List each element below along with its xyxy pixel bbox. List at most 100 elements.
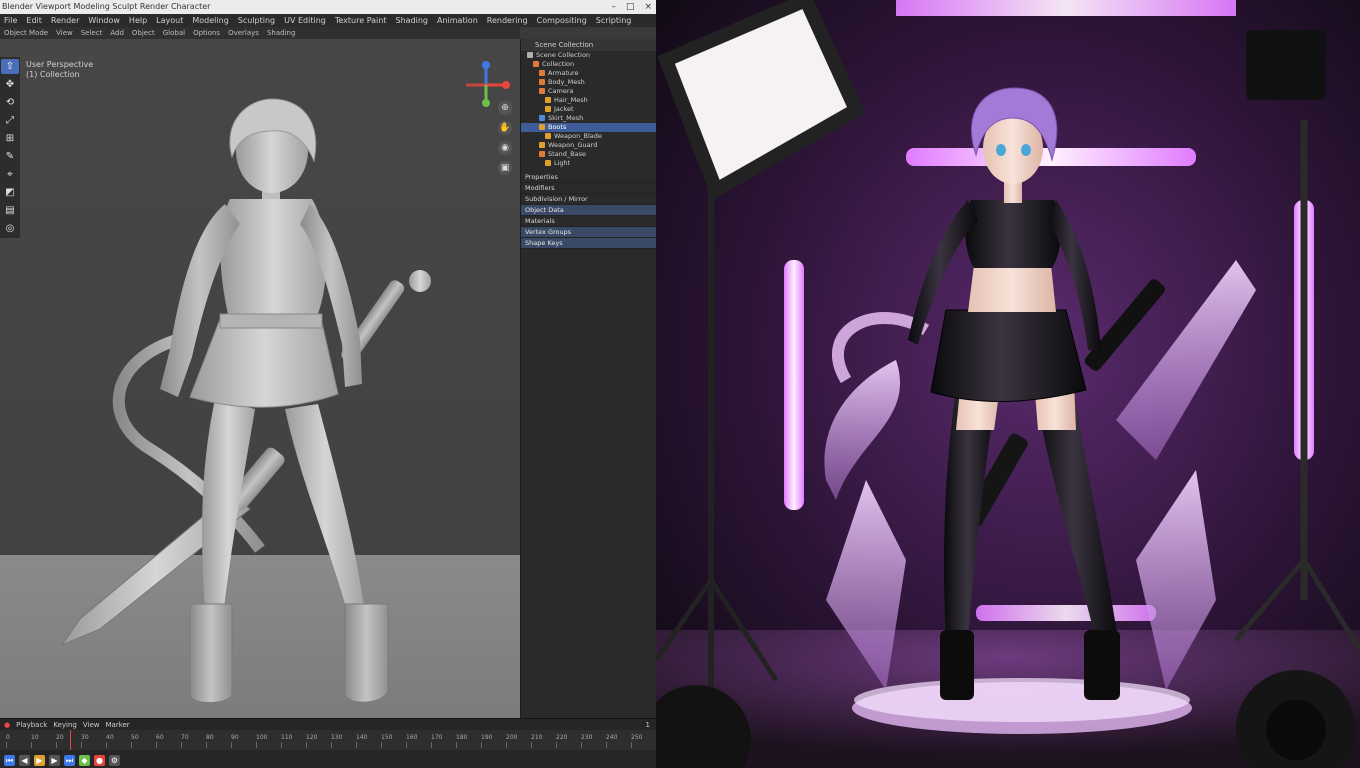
menu-select[interactable]: Select [81, 29, 103, 37]
tab-scripting[interactable]: Scripting [596, 16, 632, 25]
outliner-row[interactable]: Armature [521, 69, 656, 78]
gizmo-z-handle [482, 61, 490, 69]
close-icon[interactable]: × [644, 0, 652, 14]
menu-file[interactable]: File [4, 16, 17, 25]
tab-layout[interactable]: Layout [156, 16, 183, 25]
menu-marker[interactable]: Marker [105, 721, 129, 729]
mode-select[interactable]: Object Mode [4, 29, 48, 37]
menu-help[interactable]: Help [129, 16, 147, 25]
property-row[interactable]: Materials [521, 216, 656, 227]
playhead[interactable] [70, 730, 71, 750]
back-weapon-cap [409, 270, 431, 292]
outliner-row[interactable]: Skirt_Mesh [521, 114, 656, 123]
tab-texture-paint[interactable]: Texture Paint [335, 16, 387, 25]
property-row[interactable]: Shape Keys [521, 238, 656, 249]
zoom-icon[interactable]: ⊕ [498, 101, 512, 115]
current-frame[interactable]: 1 [646, 721, 650, 729]
menu-window[interactable]: Window [88, 16, 120, 25]
menu-add[interactable]: Add [110, 29, 124, 37]
object-type-icon [545, 160, 551, 166]
measure-tool-icon[interactable]: ▤ [1, 203, 19, 218]
scale-tool-icon[interactable]: ⤢ [1, 113, 19, 128]
annotate-tool-icon[interactable]: ✎ [1, 149, 19, 164]
minimize-icon[interactable]: – [611, 0, 616, 14]
menu-keying[interactable]: Keying [53, 721, 77, 729]
timeline-tick [106, 742, 107, 748]
property-row[interactable]: Modifiers [521, 183, 656, 194]
menu-view-timeline[interactable]: View [83, 721, 100, 729]
move-tool-icon[interactable]: ✥ [1, 77, 19, 92]
transform-orientation[interactable]: Global [163, 29, 185, 37]
menu-bar: File Edit Render Window Help Layout Mode… [0, 14, 656, 27]
rotate-tool-icon[interactable]: ⟲ [1, 95, 19, 110]
autokey-icon[interactable]: ● [94, 755, 105, 766]
gizmo-y-handle [482, 99, 490, 107]
cursor-tool-icon[interactable]: ⌖ [1, 167, 19, 182]
object-type-icon [539, 124, 545, 130]
timeline-tick-label: 160 [406, 734, 418, 741]
outliner-row[interactable]: Light [521, 159, 656, 168]
outliner-row[interactable]: Camera [521, 87, 656, 96]
jump-end-icon[interactable]: ⏭ [64, 755, 75, 766]
menu-render[interactable]: Render [51, 16, 79, 25]
outliner-row[interactable]: Weapon_Blade [521, 132, 656, 141]
property-row[interactable]: Vertex Groups [521, 227, 656, 238]
settings-icon[interactable]: ⚙ [109, 755, 120, 766]
outliner-row[interactable]: Jacket [521, 105, 656, 114]
ortho-toggle-icon[interactable]: ▣ [498, 161, 512, 175]
property-row[interactable]: Subdivision / Mirror [521, 194, 656, 205]
character-model[interactable] [0, 39, 520, 718]
tab-compositing[interactable]: Compositing [537, 16, 587, 25]
camera-icon[interactable]: ◉ [498, 141, 512, 155]
transform-tool-icon[interactable]: ⊞ [1, 131, 19, 146]
menu-edit[interactable]: Edit [26, 16, 42, 25]
outliner-row-label: Weapon_Guard [548, 141, 598, 149]
menu-playback[interactable]: Playback [16, 721, 47, 729]
outliner-row[interactable]: Weapon_Guard [521, 141, 656, 150]
right-leg [285, 404, 365, 614]
neon-tube-left [784, 260, 804, 510]
tab-animation[interactable]: Animation [437, 16, 478, 25]
shading-menu[interactable]: Shading [267, 29, 295, 37]
outliner-row[interactable]: Stand_Base [521, 150, 656, 159]
view-label: User Perspective [26, 60, 94, 69]
shade-tool-icon[interactable]: ◎ [1, 221, 19, 236]
record-icon[interactable]: ● [4, 721, 10, 729]
window-titlebar: Blender Viewport Modeling Sculpt Render … [0, 0, 656, 14]
add-cube-tool-icon[interactable]: ◩ [1, 185, 19, 200]
keyframe-icon[interactable]: ◆ [79, 755, 90, 766]
timeline-tick [131, 742, 132, 748]
outliner-row[interactable]: Body_Mesh [521, 78, 656, 87]
maximize-icon[interactable]: □ [626, 0, 635, 14]
outliner-row[interactable]: Boots [521, 123, 656, 132]
timeline-ruler[interactable]: 0 10 20 30 40 50 60 70 80 90 100 110 120 130 140 150 160… [0, 730, 656, 750]
pan-icon[interactable]: ✋ [498, 121, 512, 135]
properties-list: Properties Modifiers Subdivision / Mirror O… [521, 172, 656, 249]
property-row[interactable]: Properties [521, 172, 656, 183]
tab-shading[interactable]: Shading [395, 16, 428, 25]
right-boot [344, 603, 389, 703]
figure-right-boot [1084, 630, 1120, 700]
outliner-row[interactable]: Collection [521, 60, 656, 69]
tab-rendering[interactable]: Rendering [487, 16, 528, 25]
jump-start-icon[interactable]: ⏮ [4, 755, 15, 766]
overlays-menu[interactable]: Overlays [228, 29, 259, 37]
play-icon[interactable]: ▶ [34, 755, 45, 766]
menu-view[interactable]: View [56, 29, 73, 37]
options-menu[interactable]: Options [193, 29, 220, 37]
tab-modeling[interactable]: Modeling [192, 16, 228, 25]
menu-object[interactable]: Object [132, 29, 155, 37]
window-title: Blender Viewport Modeling Sculpt Render … [2, 2, 211, 11]
next-key-icon[interactable]: ▶ [49, 755, 60, 766]
outliner-row-label: Camera [548, 87, 574, 95]
timeline-tick-label: 10 [31, 734, 39, 741]
select-tool-icon[interactable]: ⇧ [1, 59, 19, 74]
tab-sculpting[interactable]: Sculpting [238, 16, 275, 25]
tab-uv-editing[interactable]: UV Editing [284, 16, 326, 25]
property-row[interactable]: Object Data [521, 205, 656, 216]
outliner-row[interactable]: Scene Collection [521, 51, 656, 60]
outliner-row[interactable]: Hair_Mesh [521, 96, 656, 105]
3d-viewport[interactable]: User Perspective (1) Collection ⇧ ✥ ⟲ ⤢ … [0, 39, 520, 718]
timeline-tick [531, 742, 532, 748]
prev-key-icon[interactable]: ◀ [19, 755, 30, 766]
